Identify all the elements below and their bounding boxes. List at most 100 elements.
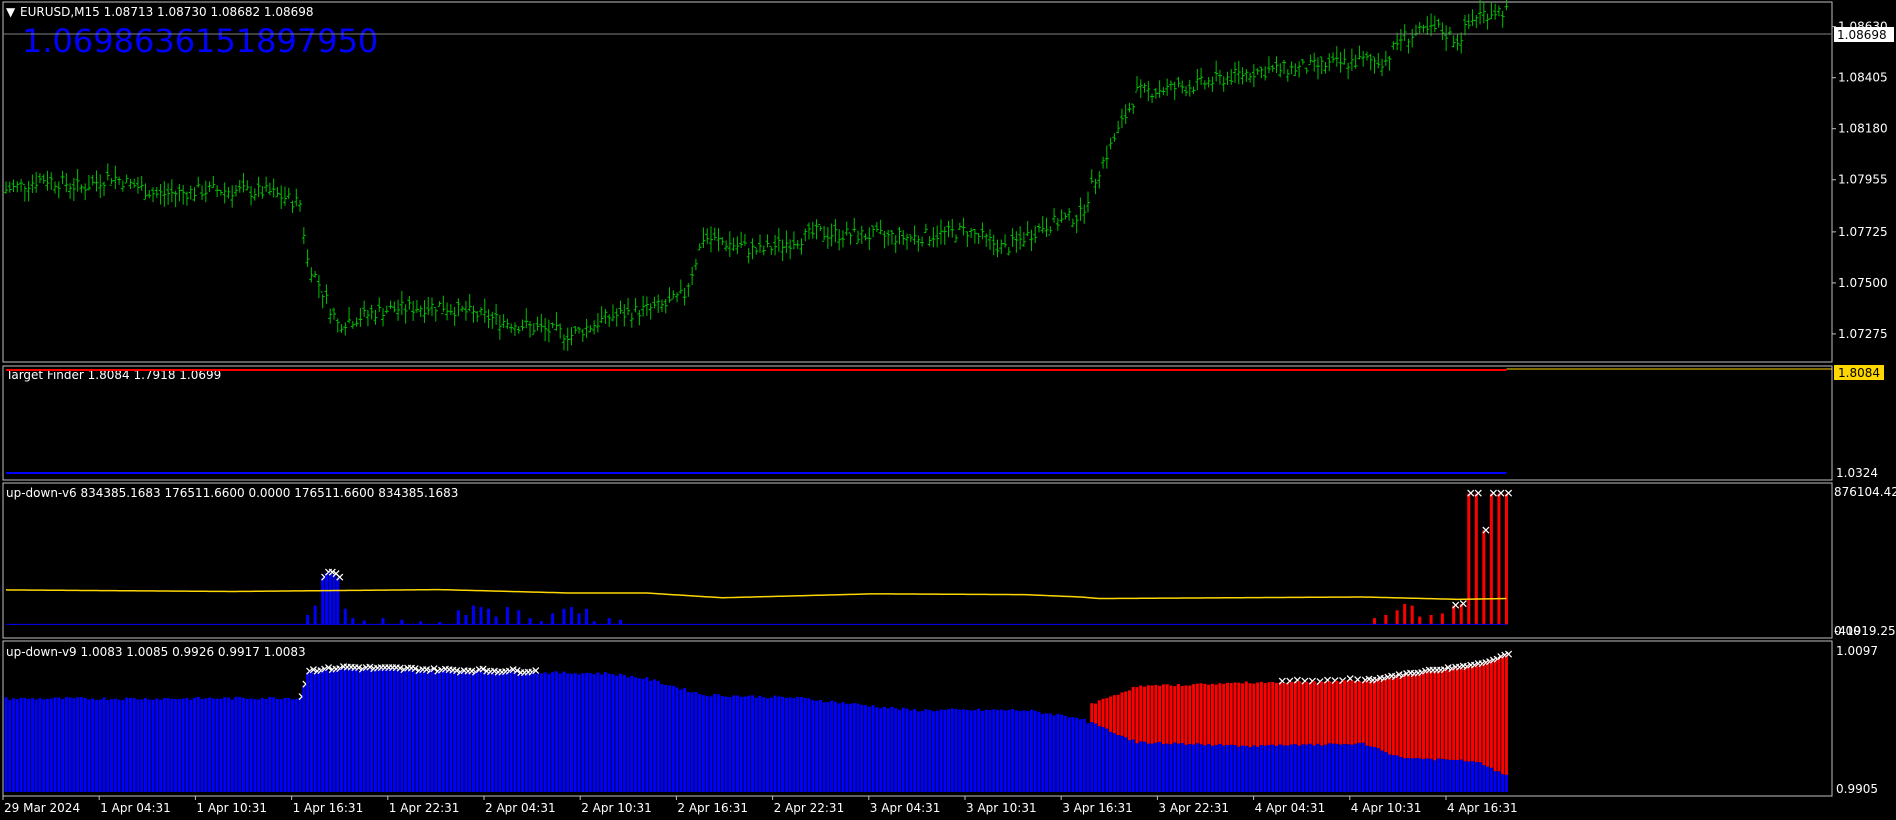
blue-bar [562,671,566,792]
blue-bar [155,698,159,792]
red-bar [1173,686,1177,743]
blue-bar [1271,744,1275,792]
blue-bar [856,703,860,792]
time-axis-label: 3 Apr 04:31 [870,801,941,815]
blue-bar [539,673,543,792]
blue-bar [799,696,803,792]
red-bar [1293,681,1297,745]
blue-bar [1139,741,1143,792]
blue-bar [1060,714,1064,792]
blue-bar [901,707,905,792]
blue-bar [1452,759,1456,792]
blue-bar [1406,758,1410,792]
blue-bar [769,697,773,792]
blue-bar [698,693,702,792]
red-bar [1459,667,1463,760]
up-bar [487,608,491,625]
blue-bar [1433,760,1437,792]
red-bar [1214,684,1218,746]
red-bar [1218,683,1222,744]
red-bar [1252,683,1256,746]
blue-bar [781,696,785,792]
blue-bar [328,671,332,792]
blue-bar [27,698,31,792]
blue-bar [1339,744,1343,792]
red-bar [1312,681,1316,746]
up-bar [324,572,328,625]
red-bar [1256,682,1260,747]
time-axis-label: 2 Apr 16:31 [677,801,748,815]
blue-bar [234,696,238,792]
blue-bar [1112,733,1116,792]
blue-bar [1248,747,1252,792]
blue-bar [215,698,219,792]
blue-bar [977,708,981,792]
up-down-v9-header: up-down-v9 1.0083 1.0085 0.9926 0.9917 1… [6,645,306,659]
blue-bar [1237,746,1241,792]
red-bar [1373,681,1377,747]
blue-bar [603,672,607,792]
blue-bar [701,695,705,792]
blue-bar [1320,745,1324,792]
blue-bar [343,668,347,792]
red-bar [1301,682,1305,745]
up-bar [585,608,589,625]
blue-bar [845,703,849,792]
blue-bar [1263,745,1267,792]
blue-bar [1214,745,1218,792]
blue-bar [1094,723,1098,792]
blue-bar [411,669,415,792]
trading-chart[interactable]: ▼ EURUSD,M15 1.08713 1.08730 1.08682 1.0… [0,0,1896,820]
blue-bar [1233,745,1237,792]
blue-bar [61,699,65,792]
blue-bar [958,709,962,792]
red-bar [1267,682,1271,746]
up-bar [381,618,385,625]
up-bar [528,618,532,625]
red-bar [1271,681,1275,745]
red-bar [1320,681,1324,746]
blue-bar [1022,710,1026,792]
blue-bar [445,670,449,792]
blue-bar [366,668,370,792]
blue-bar [1388,754,1392,792]
blue-bar [1403,758,1407,792]
blue-bar [732,695,736,792]
up-down-v6-tick-bottom: -41919.258 [1834,624,1896,638]
red-bar [1090,703,1094,722]
red-bar [1165,684,1169,744]
blue-bar [377,668,381,792]
blue-bar [19,697,23,792]
red-bar [1109,696,1113,732]
red-bar [1244,681,1248,746]
down-bar [1474,493,1478,625]
red-bar [1184,685,1188,745]
blue-bar [185,697,189,792]
red-bar [1437,671,1441,759]
blue-bar [1486,766,1490,792]
blue-bar [536,673,540,792]
blue-bar [204,698,208,792]
red-bar [1192,684,1196,745]
blue-bar [980,710,984,792]
blue-bar [1493,771,1497,792]
blue-bar [750,695,754,792]
blue-bar [34,699,38,792]
red-bar [1354,680,1358,744]
blue-bar [1210,745,1214,792]
blue-bar [1244,745,1248,792]
blue-bar [969,710,973,792]
blue-bar [98,699,102,792]
blue-bar [867,706,871,792]
red-bar [1410,674,1414,759]
blue-bar [38,698,42,792]
blue-bar [909,710,913,792]
blue-bar [818,699,822,792]
blue-bar [336,669,340,792]
blue-bar [1109,731,1113,792]
blue-bar [487,672,491,792]
up-bar [505,607,509,625]
red-bar [1259,681,1263,746]
blue-bar [1474,762,1478,792]
collapse-triangle-icon[interactable]: ▼ [6,5,16,19]
